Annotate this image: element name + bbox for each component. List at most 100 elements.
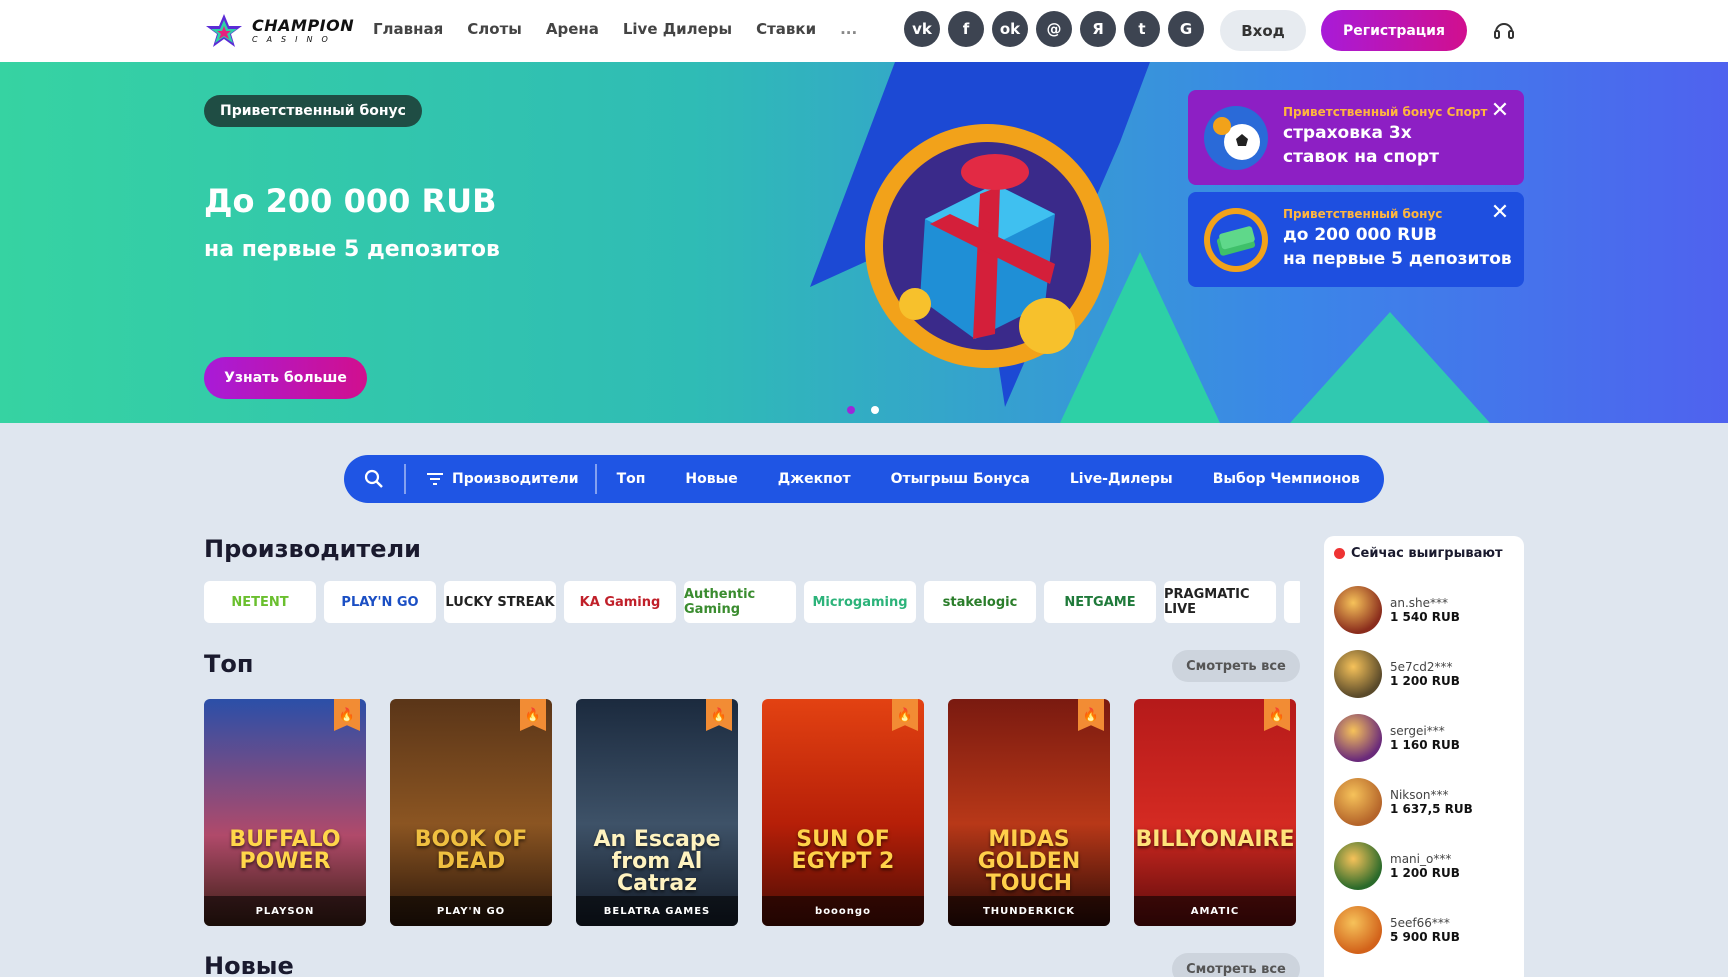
- winner-row[interactable]: 5e7cd2*** 1 200 RUB: [1334, 642, 1473, 706]
- odnoklassniki-icon[interactable]: ok: [992, 11, 1028, 47]
- slider-dot[interactable]: [847, 406, 855, 414]
- game-card[interactable]: 🔥 BUFFALO POWER PLAYSON: [204, 699, 366, 926]
- learn-more-button[interactable]: Узнать больше: [204, 357, 367, 399]
- winner-game-avatar: [1334, 586, 1382, 634]
- provider-logo[interactable]: Authentic Gaming: [684, 581, 796, 623]
- game-card[interactable]: 🔥 BOOK OF DEAD PLAY'N GO: [390, 699, 552, 926]
- provider-logo[interactable]: Microgaming: [804, 581, 916, 623]
- game-card[interactable]: 🔥 An Escape from Al Catraz BELATRA GAMES: [576, 699, 738, 926]
- game-card[interactable]: 🔥 BILLYONAIRE AMATIC: [1134, 699, 1296, 926]
- provider-logo[interactable]: NETENT: [204, 581, 316, 623]
- game-title: An Escape from Al Catraz: [593, 827, 721, 896]
- winner-info: mani_o*** 1 200 RUB: [1390, 852, 1460, 880]
- provider-name: LUCKY STREAK: [445, 594, 555, 610]
- login-button[interactable]: Вход: [1220, 10, 1306, 51]
- promo-card-sport[interactable]: Приветственный бонус Спорт страховка 3х …: [1188, 90, 1524, 185]
- winner-info: an.she*** 1 540 RUB: [1390, 596, 1460, 624]
- game-provider: PLAY'N GO: [390, 896, 552, 926]
- hot-fire-icon: 🔥: [706, 699, 732, 731]
- winners-title: Сейчас выигрывают: [1351, 546, 1503, 561]
- winner-row[interactable]: an.she*** 1 540 RUB: [1334, 578, 1473, 642]
- new-section-title: Новые: [204, 952, 294, 977]
- winner-row[interactable]: Nikson*** 1 637,5 RUB: [1334, 770, 1473, 834]
- hero-subtitle: на первые 5 депозитов: [204, 237, 500, 262]
- provider-logo[interactable]: LUCKY STREAK: [444, 581, 556, 623]
- providers-filter[interactable]: Производители: [406, 471, 595, 487]
- logo-star-icon: [206, 14, 242, 47]
- game-card[interactable]: 🔥 SUN OF EGYPT 2 booongo: [762, 699, 924, 926]
- facebook-icon[interactable]: f: [948, 11, 984, 47]
- category-jackpot[interactable]: Джекпот: [758, 471, 871, 487]
- hero-title: До 200 000 RUB: [204, 182, 497, 220]
- provider-name: Authentic Gaming: [684, 587, 756, 617]
- game-provider: booongo: [762, 896, 924, 926]
- nav-live-dealers[interactable]: Live Дилеры: [623, 20, 732, 38]
- search-button[interactable]: [344, 469, 404, 489]
- promo-card-welcome[interactable]: Приветственный бонус до 200 000 RUB на п…: [1188, 192, 1524, 287]
- winner-username: mani_o***: [1390, 852, 1452, 866]
- provider-logo[interactable]: PRAGMATIC LIVE: [1164, 581, 1276, 623]
- search-icon: [364, 469, 383, 488]
- category-top[interactable]: Топ: [597, 471, 666, 487]
- nav-slots[interactable]: Слоты: [467, 20, 522, 38]
- providers-filter-label: Производители: [452, 471, 579, 487]
- slider-dot[interactable]: [871, 406, 879, 414]
- winner-game-avatar: [1334, 778, 1382, 826]
- yandex-icon[interactable]: Я: [1080, 11, 1116, 47]
- twitter-icon[interactable]: t: [1124, 11, 1160, 47]
- winner-amount: 1 160 RUB: [1390, 738, 1460, 752]
- hot-fire-icon: 🔥: [1264, 699, 1290, 731]
- provider-logo[interactable]: [1284, 581, 1300, 623]
- see-all-top-button[interactable]: Смотреть все: [1172, 650, 1300, 682]
- close-icon[interactable]: ✕: [1488, 100, 1512, 124]
- champion-logo[interactable]: CHAMPION CASINO: [204, 12, 354, 50]
- money-stack-icon: [1204, 208, 1268, 272]
- winner-amount: 1 200 RUB: [1390, 674, 1460, 688]
- nav-more[interactable]: ...: [840, 20, 857, 38]
- winner-amount: 1 637,5 RUB: [1390, 802, 1473, 816]
- provider-logo[interactable]: KA Gaming: [564, 581, 676, 623]
- winner-row[interactable]: 5eef66*** 5 900 RUB: [1334, 898, 1473, 962]
- vk-icon[interactable]: vk: [904, 11, 940, 47]
- category-bonus-wagering[interactable]: Отыгрыш Бонуса: [871, 471, 1050, 487]
- mail-icon[interactable]: @: [1036, 11, 1072, 47]
- headset-support-icon[interactable]: [1493, 20, 1515, 42]
- category-champions-choice[interactable]: Выбор Чемпионов: [1193, 471, 1380, 487]
- register-button[interactable]: Регистрация: [1321, 10, 1467, 51]
- provider-logo[interactable]: stakelogic: [924, 581, 1036, 623]
- category-new[interactable]: Новые: [665, 471, 757, 487]
- game-card[interactable]: 🔥 MIDAS GOLDEN TOUCH THUNDERKICK: [948, 699, 1110, 926]
- hot-fire-icon: 🔥: [520, 699, 546, 731]
- game-title: BUFFALO POWER: [229, 827, 341, 874]
- provider-name: Microgaming: [812, 594, 908, 610]
- provider-logo[interactable]: PLAY'N GO: [324, 581, 436, 623]
- promo-line: страховка 3х: [1283, 123, 1412, 144]
- provider-name: KA Gaming: [579, 594, 661, 610]
- game-provider: BELATRA GAMES: [576, 896, 738, 926]
- google-icon[interactable]: G: [1168, 11, 1204, 47]
- hot-fire-icon: 🔥: [892, 699, 918, 731]
- nav-home[interactable]: Главная: [373, 20, 443, 38]
- close-icon[interactable]: ✕: [1488, 202, 1512, 226]
- category-live-dealers[interactable]: Live-Дилеры: [1050, 471, 1193, 487]
- winner-game-avatar: [1334, 650, 1382, 698]
- winners-panel: Сейчас выигрывают an.she*** 1 540 RUB 5e7c…: [1324, 536, 1524, 977]
- logo-subtitle: CASINO: [252, 35, 337, 44]
- winner-row[interactable]: mani_o*** 1 200 RUB: [1334, 834, 1473, 898]
- hot-fire-icon: 🔥: [1078, 699, 1104, 731]
- winner-info: 5eef66*** 5 900 RUB: [1390, 916, 1460, 944]
- winners-list: an.she*** 1 540 RUB 5e7cd2*** 1 200 RUB serg…: [1334, 578, 1473, 962]
- soccer-ball-icon: [1204, 106, 1268, 170]
- nav-bets[interactable]: Ставки: [756, 20, 816, 38]
- see-all-new-button[interactable]: Смотреть все: [1172, 953, 1300, 977]
- logo-title: CHAMPION: [252, 16, 355, 35]
- provider-logo[interactable]: NETGAME: [1044, 581, 1156, 623]
- top-section-title: Топ: [204, 650, 254, 678]
- provider-name: PLAY'N GO: [341, 594, 419, 610]
- gift-box-illustration: [865, 124, 1109, 368]
- winner-row[interactable]: sergei*** 1 160 RUB: [1334, 706, 1473, 770]
- slider-dots: [847, 406, 879, 414]
- game-provider: PLAYSON: [204, 896, 366, 926]
- provider-name: stakelogic: [942, 594, 1018, 610]
- nav-arena[interactable]: Арена: [546, 20, 599, 38]
